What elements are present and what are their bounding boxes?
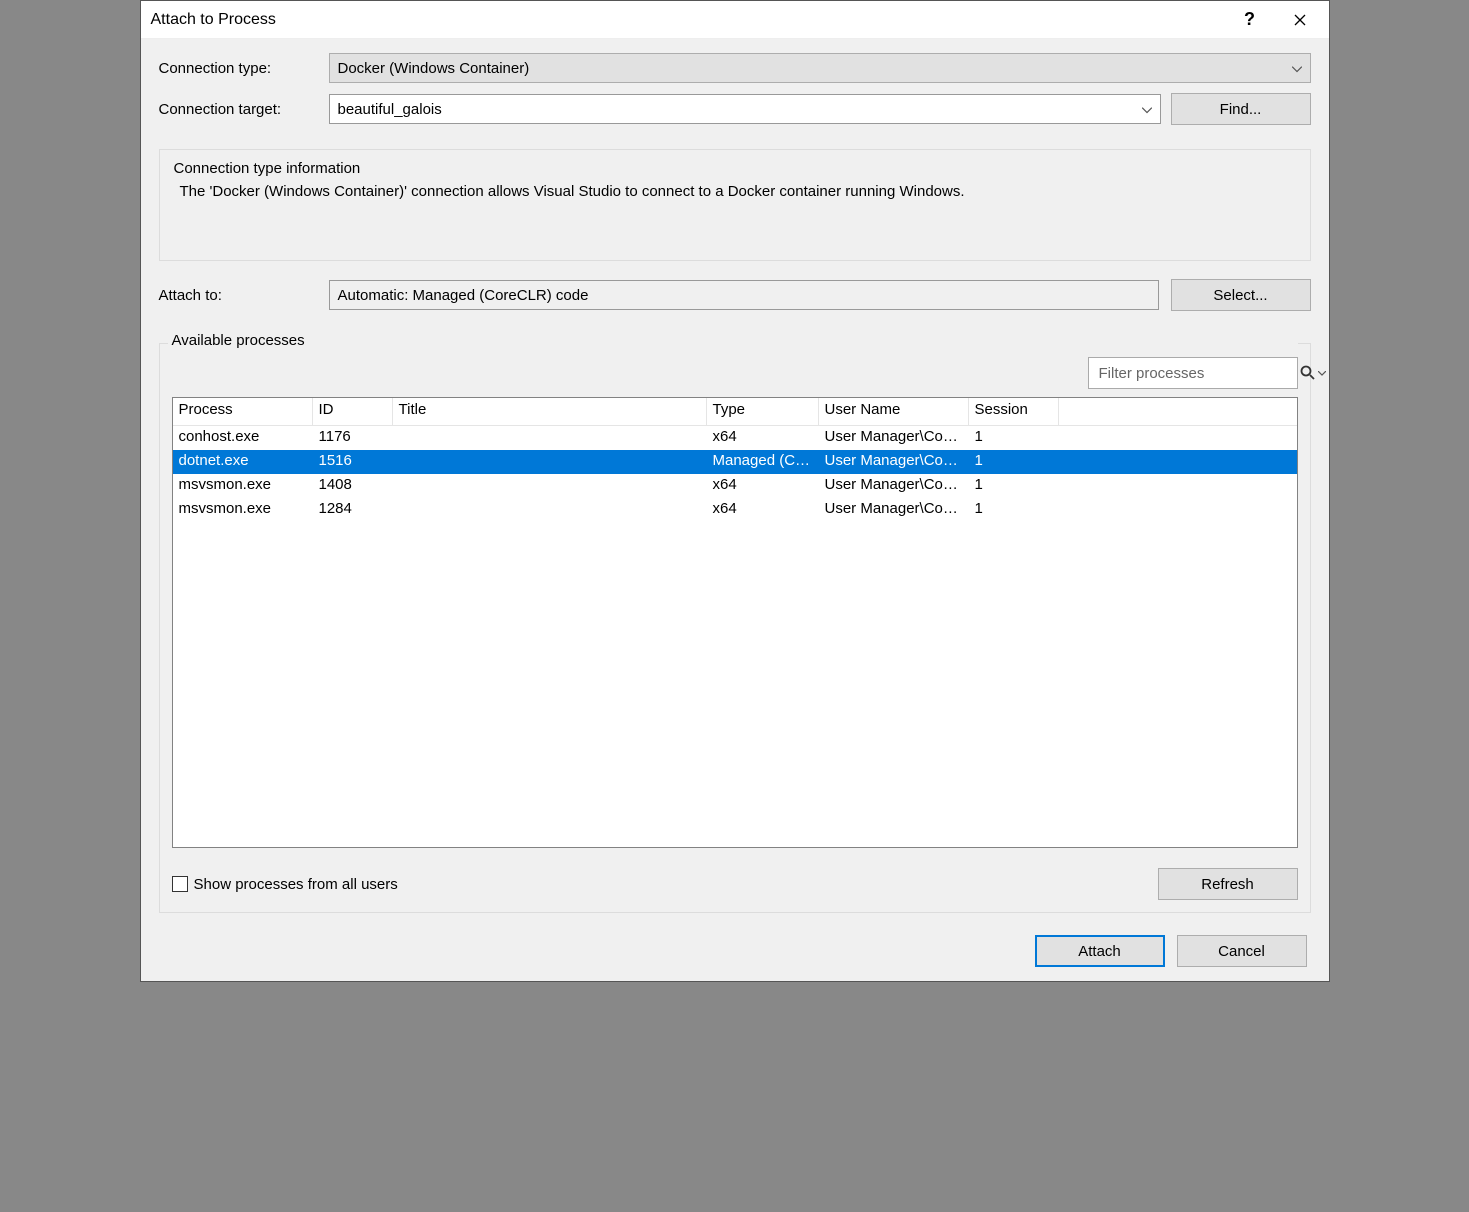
- show-all-users-label: Show processes from all users: [194, 876, 398, 893]
- window-title: Attach to Process: [151, 11, 1229, 29]
- process-table-header: Process ID Title Type User Name Session: [173, 398, 1297, 426]
- table-cell: User Manager\Contai...: [819, 426, 969, 450]
- connection-info-group: Connection type information The 'Docker …: [159, 149, 1311, 261]
- table-row[interactable]: dotnet.exe1516 Managed (Cor...User Manage…: [173, 450, 1297, 474]
- table-cell: User Manager\Contai...: [819, 498, 969, 522]
- filter-processes-box[interactable]: [1088, 357, 1298, 389]
- show-all-users-checkbox[interactable]: Show processes from all users: [172, 876, 398, 893]
- attach-to-label: Attach to:: [159, 287, 329, 304]
- table-cell: x64: [707, 498, 819, 522]
- col-title[interactable]: Title: [393, 398, 707, 425]
- table-cell: User Manager\Contai...: [819, 474, 969, 498]
- connection-target-value: beautiful_galois: [338, 101, 442, 118]
- col-user[interactable]: User Name: [819, 398, 969, 425]
- connection-type-value: Docker (Windows Container): [338, 60, 530, 77]
- close-button[interactable]: [1279, 5, 1321, 35]
- close-icon: [1294, 14, 1306, 26]
- col-id[interactable]: ID: [313, 398, 393, 425]
- connection-target-label: Connection target:: [159, 101, 329, 118]
- checkbox-icon: [172, 876, 188, 892]
- table-cell: 1: [969, 450, 1059, 474]
- find-button[interactable]: Find...: [1171, 93, 1311, 125]
- table-cell: User Manager\Contai...: [819, 450, 969, 474]
- select-button[interactable]: Select...: [1171, 279, 1311, 311]
- filter-processes-input[interactable]: [1097, 364, 1300, 383]
- connection-target-row: Connection target: beautiful_galois Find…: [159, 93, 1311, 125]
- chevron-down-icon: [1292, 60, 1302, 77]
- filter-dropdown-button[interactable]: [1318, 371, 1326, 376]
- attach-to-row: Attach to: Automatic: Managed (CoreCLR) …: [159, 279, 1311, 311]
- table-cell: 1284: [313, 498, 393, 522]
- table-row[interactable]: msvsmon.exe1408 x64User Manager\Contai...…: [173, 474, 1297, 498]
- table-cell: conhost.exe: [173, 426, 313, 450]
- dialog-body: Connection type: Docker (Windows Contain…: [141, 39, 1329, 981]
- table-cell: 1: [969, 498, 1059, 522]
- process-table-body: conhost.exe1176x64User Manager\Contai...…: [173, 426, 1297, 522]
- help-button[interactable]: ?: [1229, 5, 1271, 35]
- connection-target-combo[interactable]: beautiful_galois: [329, 94, 1161, 124]
- search-button[interactable]: [1300, 365, 1316, 381]
- available-processes-title: Available processes: [168, 332, 1298, 349]
- search-icon: [1300, 365, 1316, 381]
- attach-to-value: Automatic: Managed (CoreCLR) code: [329, 280, 1159, 310]
- table-cell: 1516: [313, 450, 393, 474]
- refresh-button[interactable]: Refresh: [1158, 868, 1298, 900]
- table-cell: Managed (Cor...: [707, 450, 819, 474]
- table-cell: 1: [969, 426, 1059, 450]
- attach-button[interactable]: Attach: [1035, 935, 1165, 967]
- table-cell: dotnet.exe: [173, 450, 313, 474]
- table-cell: [393, 498, 707, 522]
- processes-bottom-row: Show processes from all users Refresh: [172, 868, 1298, 900]
- table-cell: msvsmon.exe: [173, 474, 313, 498]
- connection-type-label: Connection type:: [159, 60, 329, 77]
- table-cell: [393, 450, 707, 474]
- dialog-footer: Attach Cancel: [159, 935, 1311, 967]
- col-process[interactable]: Process: [173, 398, 313, 425]
- table-row[interactable]: msvsmon.exe1284 x64User Manager\Contai...…: [173, 498, 1297, 522]
- titlebar: Attach to Process ?: [141, 1, 1329, 39]
- table-cell: 1: [969, 474, 1059, 498]
- attach-to-process-dialog: Attach to Process ? Connection type: Doc…: [140, 0, 1330, 982]
- process-table[interactable]: Process ID Title Type User Name Session …: [172, 397, 1298, 848]
- col-type[interactable]: Type: [707, 398, 819, 425]
- connection-info-title: Connection type information: [170, 160, 365, 177]
- connection-info-text: The 'Docker (Windows Container)' connect…: [174, 183, 1296, 200]
- table-cell: msvsmon.exe: [173, 498, 313, 522]
- table-cell: 1408: [313, 474, 393, 498]
- table-cell: x64: [707, 474, 819, 498]
- table-row[interactable]: conhost.exe1176 x64User Manager\Contai...…: [173, 426, 1297, 450]
- filter-row: [172, 357, 1298, 389]
- table-cell: x64: [707, 426, 819, 450]
- table-cell: 1176: [313, 426, 393, 450]
- table-cell: [393, 426, 707, 450]
- table-cell: [393, 474, 707, 498]
- connection-type-row: Connection type: Docker (Windows Contain…: [159, 53, 1311, 83]
- chevron-down-icon: [1318, 371, 1326, 376]
- available-processes-group: Available processes Process ID Title: [159, 343, 1311, 913]
- col-session[interactable]: Session: [969, 398, 1059, 425]
- cancel-button[interactable]: Cancel: [1177, 935, 1307, 967]
- connection-type-dropdown[interactable]: Docker (Windows Container): [329, 53, 1311, 83]
- chevron-down-icon: [1142, 101, 1152, 118]
